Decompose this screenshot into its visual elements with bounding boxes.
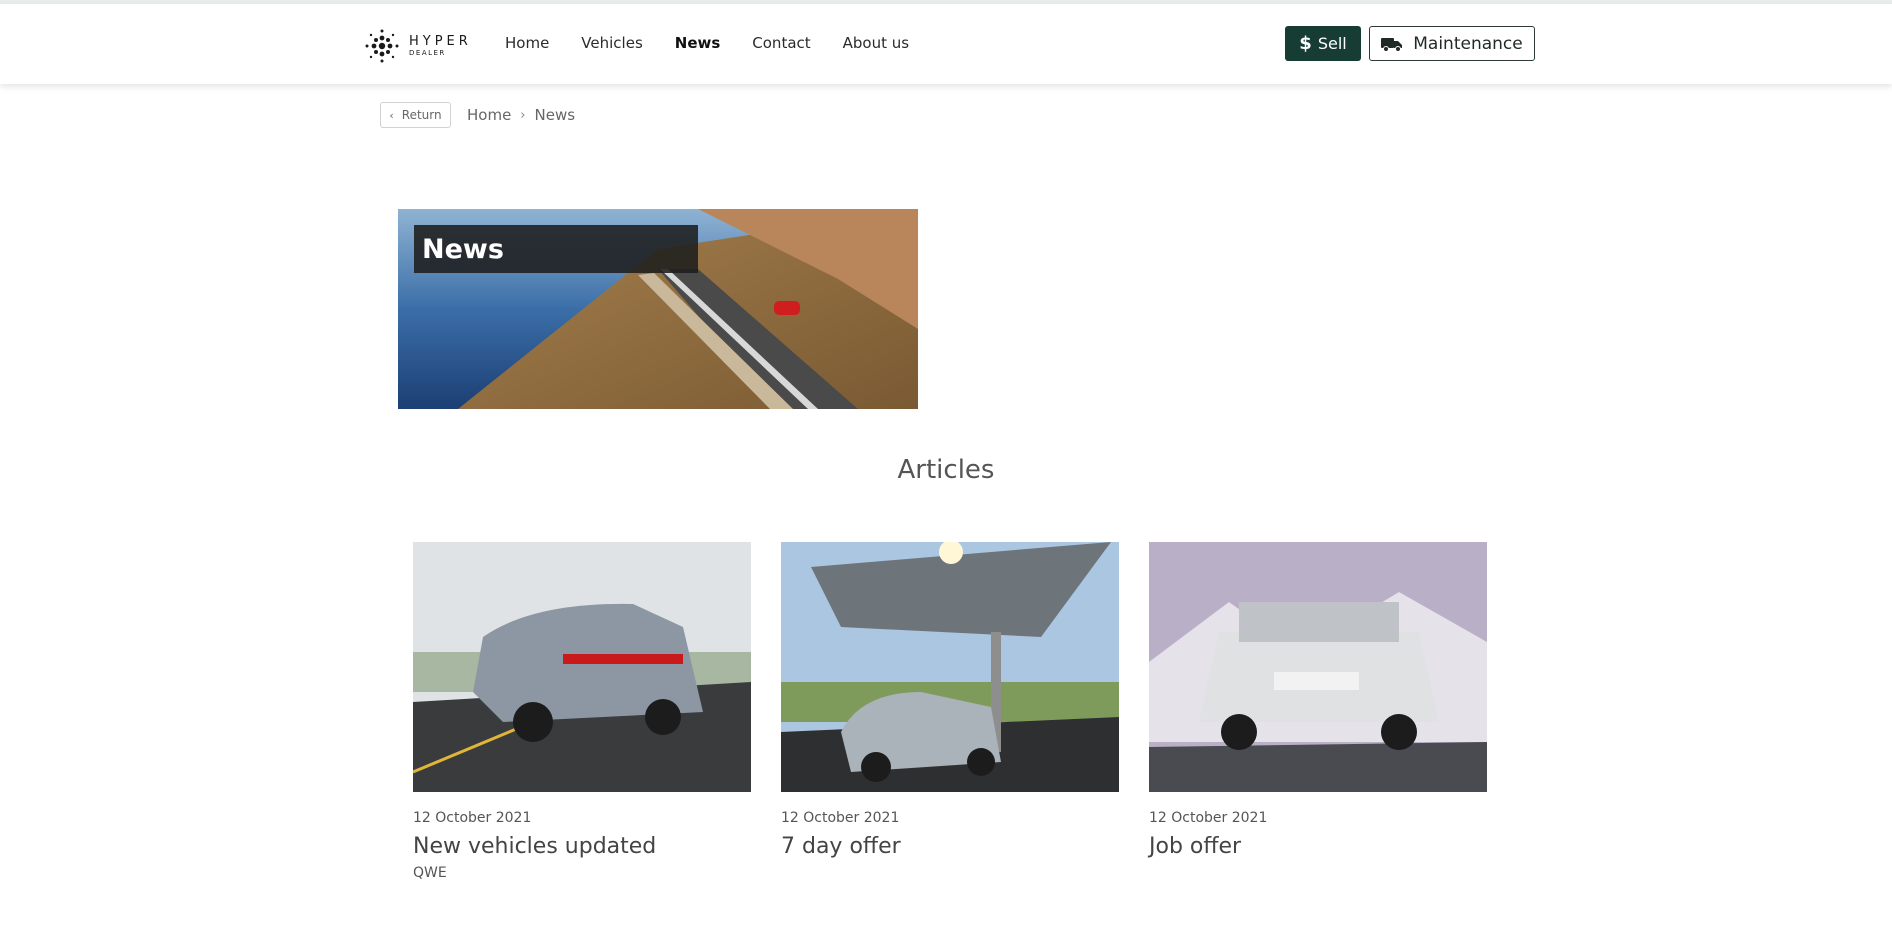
article-image[interactable] [1149,542,1487,792]
site-header: HYPER DEALER Home Vehicles News Contact … [0,4,1892,84]
chevron-right-icon: › [520,107,526,123]
sell-button[interactable]: $ Sell [1285,26,1361,61]
article-image[interactable] [781,542,1119,792]
return-button[interactable]: ‹ Return [380,102,451,128]
article-title[interactable]: New vehicles updated [413,834,751,859]
hero-title: News [414,225,698,273]
main-nav: Home Vehicles News Contact About us [505,34,941,52]
article-title[interactable]: Job offer [1149,834,1487,859]
sell-label: Sell [1317,34,1347,53]
article-image[interactable] [413,542,751,792]
nav-news[interactable]: News [675,34,721,52]
article-subtitle: QWE [413,865,447,881]
dollar-icon: $ [1299,33,1312,54]
breadcrumb-current: News [534,106,576,124]
brand-logo[interactable]: HYPER DEALER [363,24,478,68]
article-title[interactable]: 7 day offer [781,834,1119,859]
maintenance-label: Maintenance [1413,33,1523,54]
article-date: 12 October 2021 [413,810,532,826]
maintenance-button[interactable]: Maintenance [1369,26,1535,61]
articles-heading: Articles [897,455,995,485]
truck-icon [1381,37,1403,52]
hero-banner: News [398,209,918,409]
return-label: Return [401,108,442,122]
nav-vehicles[interactable]: Vehicles [581,34,642,52]
nav-home[interactable]: Home [505,34,549,52]
breadcrumb: Home › News [467,106,575,124]
chevron-left-icon: ‹ [389,108,394,122]
nav-about-us[interactable]: About us [843,34,909,52]
article-card[interactable]: 12 October 2021 7 day offer [781,542,1119,859]
article-card[interactable]: 12 October 2021 Job offer [1149,542,1487,859]
article-card[interactable]: 12 October 2021 New vehicles updated QWE [413,542,751,881]
brand-wordmark: HYPER DEALER [409,35,472,57]
brand-line1: HYPER [409,34,472,49]
nav-contact[interactable]: Contact [752,34,810,52]
logo-icon [365,29,399,63]
brand-line2: DEALER [409,49,446,57]
breadcrumb-home[interactable]: Home [467,106,511,124]
article-date: 12 October 2021 [781,810,900,826]
article-date: 12 October 2021 [1149,810,1268,826]
